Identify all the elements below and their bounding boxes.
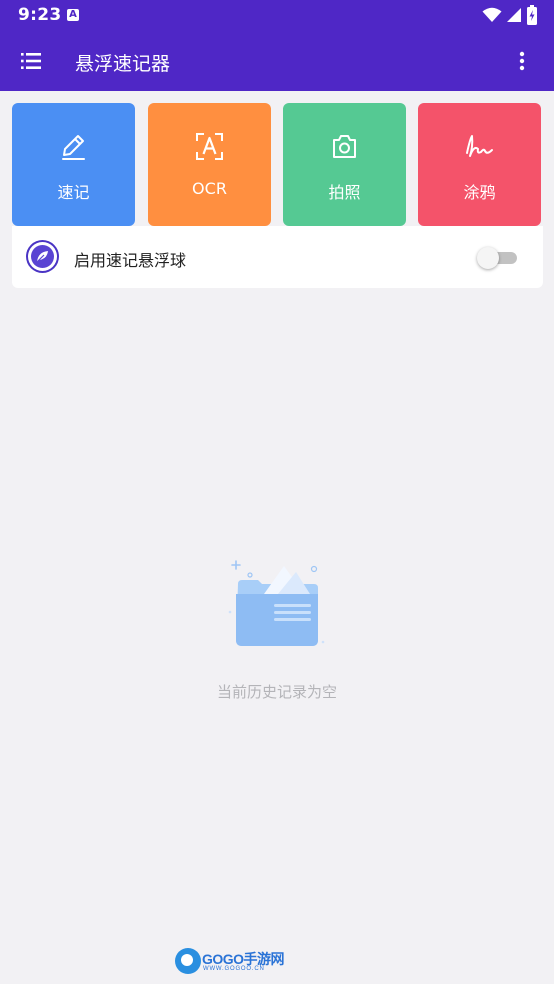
- empty-folder-icon: [228, 560, 325, 646]
- camera-tile[interactable]: 拍照: [283, 103, 406, 226]
- floating-ball-label: 启用速记悬浮球: [74, 251, 187, 270]
- ocr-scan-icon: [196, 133, 223, 160]
- gogo-logo-icon: [175, 948, 201, 974]
- watermark-logo: GOGO手游网 WWW.GOGOO.CN: [175, 948, 285, 976]
- feather-icon: [26, 240, 59, 273]
- floating-ball-toggle[interactable]: [477, 247, 517, 269]
- doodle-label: 涂鸦: [463, 183, 496, 202]
- wifi-icon: [482, 7, 502, 22]
- floating-ball-setting: 启用速记悬浮球: [12, 226, 543, 288]
- status-icons: [482, 5, 538, 25]
- action-tiles: 速记 OCR 拍照 涂鸦: [12, 103, 543, 226]
- status-bar: 9:23 A: [0, 0, 554, 30]
- a-icon: A: [67, 9, 79, 21]
- camera-icon: [333, 135, 356, 158]
- more-vert-icon[interactable]: [510, 48, 534, 74]
- camera-label: 拍照: [328, 183, 361, 202]
- menu-icon[interactable]: [18, 48, 44, 74]
- battery-icon: [527, 5, 537, 25]
- watermark-sub: WWW.GOGOO.CN: [203, 966, 265, 972]
- empty-state-text: 当前历史记录为空: [216, 683, 337, 701]
- signal-icon: [507, 8, 521, 22]
- status-time: 9:23: [18, 5, 62, 25]
- page-title: 悬浮速记器: [75, 53, 171, 75]
- quick-note-label: 速记: [57, 183, 90, 202]
- ocr-label: OCR: [192, 179, 227, 198]
- app-bar: 悬浮速记器: [0, 30, 554, 91]
- scribble-icon: [466, 135, 493, 157]
- pencil-icon: [62, 135, 85, 160]
- ocr-tile[interactable]: OCR: [148, 103, 271, 226]
- quick-note-tile[interactable]: 速记: [12, 103, 135, 226]
- doodle-tile[interactable]: 涂鸦: [418, 103, 541, 226]
